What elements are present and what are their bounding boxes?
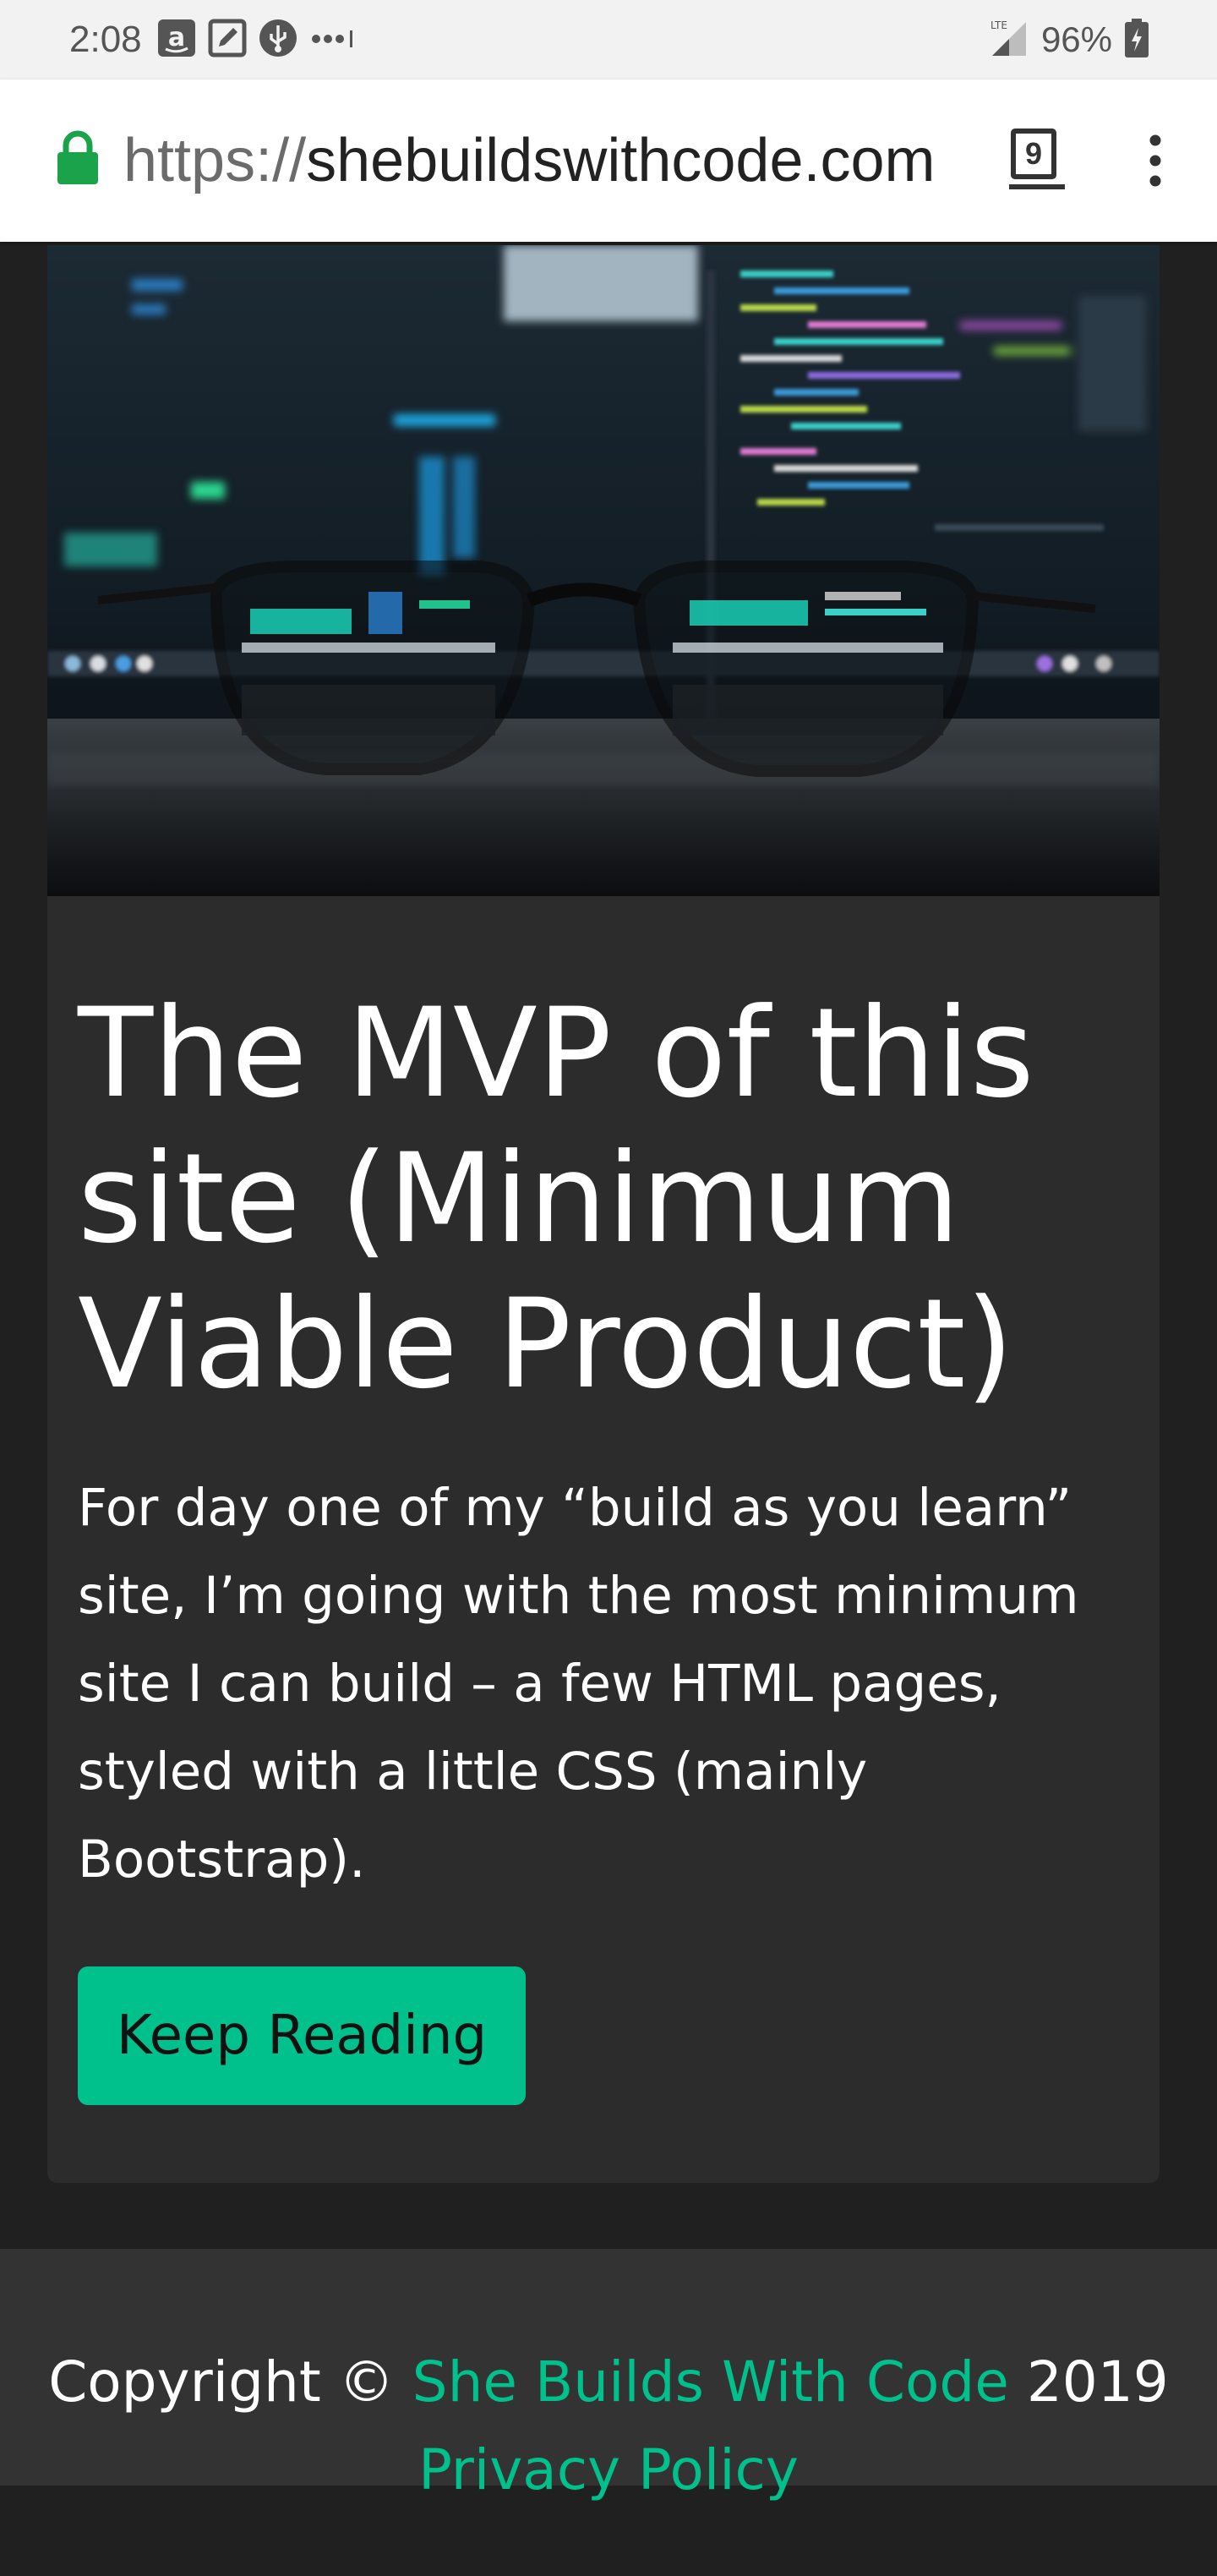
post-excerpt: For day one of my “build as you learn” s… [78, 1478, 1079, 1890]
status-time: 2:08 [69, 19, 142, 60]
status-system-icons: LTE 96% [989, 17, 1149, 63]
browser-address-bar: https://shebuildswithcode.com 9 [0, 79, 1217, 242]
browser-menu-button[interactable] [1141, 127, 1170, 194]
network-label: LTE [991, 19, 1007, 31]
usb-icon [259, 19, 297, 62]
keep-reading-button[interactable]: Keep Reading [78, 1966, 526, 2105]
copyright-prefix: Copyright © [48, 2349, 395, 2415]
url-field[interactable]: https://shebuildswithcode.com [123, 118, 936, 203]
tab-switcher-button[interactable]: 9 [1007, 127, 1067, 194]
status-bar: 2:08 a LTE 96% [0, 0, 1217, 79]
battery-percent: 96% [1040, 19, 1112, 59]
signal-icon: LTE [989, 19, 1029, 62]
edit-icon [208, 19, 247, 62]
glasses-on-keyboard-photo [47, 245, 1160, 896]
more-vert-icon [1149, 134, 1161, 187]
more-dots-icon [309, 19, 357, 62]
battery-icon [1124, 18, 1149, 63]
footer-copyright: Copyright © She Builds With Code 2019 [0, 2340, 1217, 2425]
svg-text:a: a [168, 23, 185, 52]
footer-privacy: Privacy Policy [0, 2428, 1217, 2513]
post-hero-image [47, 245, 1160, 896]
status-notification-icons: a [157, 17, 357, 63]
lock-icon [56, 130, 100, 190]
amazon-icon: a [157, 19, 196, 62]
privacy-policy-link[interactable]: Privacy Policy [418, 2437, 799, 2502]
post-title[interactable]: The MVP of this site (Minimum Viable Pro… [78, 981, 1075, 1417]
url-scheme: https:// [123, 127, 307, 194]
url-host: shebuildswithcode.com [306, 127, 936, 194]
site-footer: Copyright © She Builds With Code 2019 Pr… [0, 2249, 1217, 2502]
copyright-year: 2019 [1026, 2349, 1169, 2415]
tab-switcher-underline [1009, 184, 1065, 189]
footer-site-link[interactable]: She Builds With Code [412, 2349, 1009, 2415]
tab-count: 9 [1011, 129, 1056, 179]
